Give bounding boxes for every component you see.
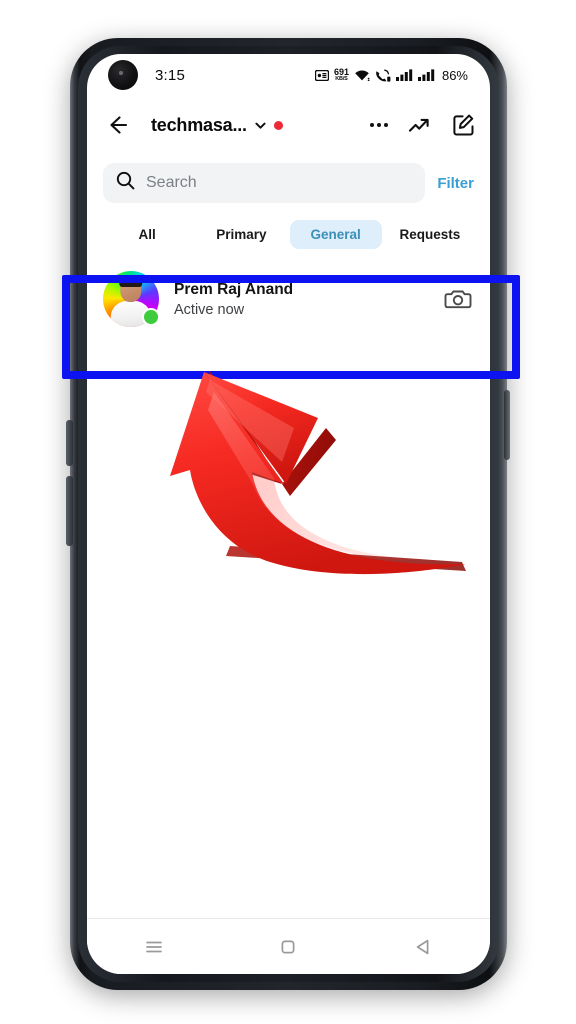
android-nav-bar xyxy=(87,918,490,974)
vpn-icon xyxy=(314,69,329,81)
dm-header: techmasa... xyxy=(87,96,490,154)
phone-side-button-lower[interactable] xyxy=(66,476,73,546)
camera-icon[interactable] xyxy=(444,285,472,313)
tab-primary[interactable]: Primary xyxy=(195,220,287,249)
chat-row-prem-raj-anand[interactable]: Prem Raj Anand Active now xyxy=(87,260,490,338)
screenshot-canvas: 3:15 691 KB/S 86% techmasa... Search Fil… xyxy=(0,0,576,1024)
filter-button[interactable]: Filter xyxy=(437,175,474,192)
compose-edit-icon[interactable] xyxy=(451,113,476,138)
search-icon xyxy=(116,171,135,195)
header-actions xyxy=(370,113,476,138)
search-row: Search Filter xyxy=(87,160,490,206)
signal-bars-icon-2 xyxy=(417,69,435,81)
tab-requests[interactable]: Requests xyxy=(384,220,476,249)
online-status-dot xyxy=(142,308,160,326)
phone-power-button[interactable] xyxy=(504,390,510,460)
vibrate-call-icon xyxy=(375,69,391,82)
search-input[interactable]: Search xyxy=(103,163,426,203)
back-arrow-icon[interactable] xyxy=(103,112,129,138)
trending-up-icon[interactable] xyxy=(407,113,432,138)
chat-contact-name: Prem Raj Anand xyxy=(174,280,294,298)
chevron-down-icon xyxy=(254,119,267,132)
avatar[interactable] xyxy=(103,271,160,327)
status-bar-icons: 691 KB/S 86% xyxy=(314,67,468,83)
home-square-icon[interactable] xyxy=(275,934,301,960)
search-placeholder: Search xyxy=(146,174,197,191)
account-username: techmasa... xyxy=(151,114,247,135)
signal-bars-icon-1 xyxy=(395,69,413,81)
three-dots-icon[interactable] xyxy=(370,123,388,127)
inbox-tabs: All Primary General Requests xyxy=(87,212,490,256)
network-speed-icon: 691 KB/S xyxy=(334,67,349,83)
tab-general[interactable]: General xyxy=(289,219,382,249)
back-triangle-icon[interactable] xyxy=(410,934,436,960)
unread-status-dot xyxy=(273,120,283,130)
hamburger-recents-icon[interactable] xyxy=(141,934,167,960)
phone-screen: 3:15 691 KB/S 86% techmasa... Search Fil… xyxy=(87,54,490,974)
battery-percentage: 86% xyxy=(441,67,468,83)
status-bar-clock: 3:15 xyxy=(155,66,185,84)
chat-row-text: Prem Raj Anand Active now xyxy=(174,281,293,318)
wifi-icon xyxy=(354,69,370,81)
phone-side-button-upper[interactable] xyxy=(66,420,73,466)
status-bar: 3:15 691 KB/S 86% xyxy=(87,54,490,96)
chat-contact-status: Active now xyxy=(174,301,245,318)
account-switcher[interactable]: techmasa... xyxy=(151,115,283,136)
tab-all[interactable]: All xyxy=(101,220,193,249)
punch-hole-camera xyxy=(108,60,138,90)
network-speed-unit: KB/S xyxy=(335,75,348,82)
